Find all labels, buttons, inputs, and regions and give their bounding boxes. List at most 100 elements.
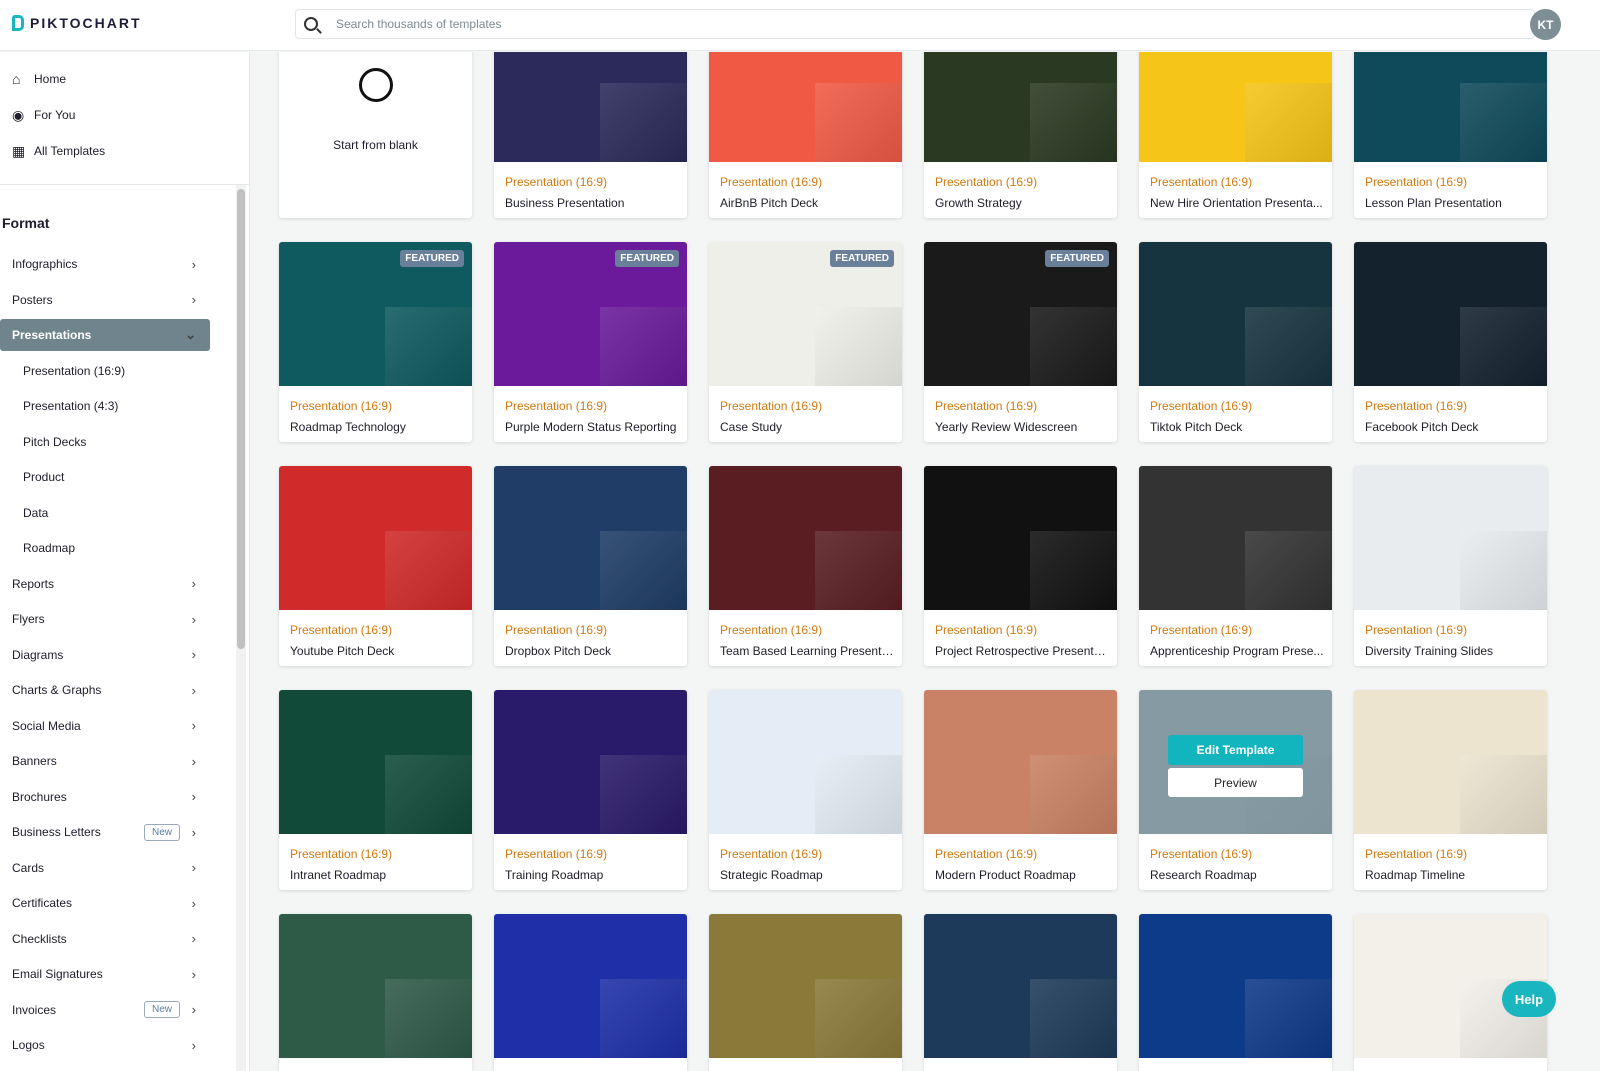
search-bar[interactable] (295, 9, 1535, 39)
template-card[interactable]: Presentation (16:9) Dropbox Pitch Deck (494, 466, 687, 666)
template-card[interactable]: Edit Template Preview Presentation (16:9) R… (1139, 690, 1332, 890)
template-card[interactable]: Presentation (16:9) Roadmap Timeline (1354, 690, 1547, 890)
template-thumbnail[interactable] (1354, 466, 1547, 610)
template-thumbnail[interactable] (494, 690, 687, 834)
template-title: Facebook Pitch Deck (1365, 420, 1479, 434)
template-category: Presentation (16:9) (505, 623, 608, 637)
thumbnail-image (600, 306, 687, 386)
template-thumbnail[interactable] (924, 690, 1117, 834)
template-card[interactable]: Presentation (16:9) Facebook Pitch Deck (1354, 242, 1547, 442)
start-from-blank-card[interactable]: Start from blank (279, 52, 472, 218)
sidebar-item-business-letters[interactable]: Business Letters New › (0, 816, 210, 848)
piktochart-logo[interactable]: PIKTOCHART (12, 15, 142, 31)
template-card[interactable]: Presentation (16:9) Strategic Roadmap (709, 690, 902, 890)
sidebar-item-invoices[interactable]: Invoices New › (0, 994, 210, 1026)
template-card[interactable]: FEATURED Presentation (16:9) Yearly Review… (924, 242, 1117, 442)
template-thumbnail[interactable]: FEATURED (709, 242, 902, 386)
template-thumbnail[interactable] (1354, 52, 1547, 162)
sidebar-item-banners[interactable]: Banners › (0, 745, 210, 777)
template-card[interactable]: Presentation (16:9) AirBnB Pitch Deck (709, 52, 902, 218)
template-card[interactable]: Presentation (16:9) New Hire Orientation … (1139, 52, 1332, 218)
template-thumbnail[interactable] (494, 466, 687, 610)
template-card[interactable]: Presentation (16:9) Tiktok Pitch Deck (1139, 242, 1332, 442)
template-category: Presentation (16:9) (720, 623, 823, 637)
template-card[interactable]: Presentation (16:9) Youtube Pitch Deck (279, 466, 472, 666)
sidebar-item-product[interactable]: Product (0, 461, 210, 493)
sidebar-item-certificates[interactable]: Certificates › (0, 887, 210, 919)
template-card[interactable]: FEATURED Presentation (16:9) Case Study (709, 242, 902, 442)
template-card[interactable]: FEATURED Presentation (16:9) Purple Modern… (494, 242, 687, 442)
sidebar-item-email-signatures[interactable]: Email Signatures › (0, 958, 210, 990)
template-card[interactable]: Presentation (16:9) Apprenticeship Progra… (1139, 466, 1332, 666)
template-card[interactable]: Presentation (16:9)PowerPoint Roadmap (279, 914, 472, 1071)
template-thumbnail[interactable] (709, 690, 902, 834)
search-input[interactable] (336, 17, 1436, 31)
template-thumbnail[interactable] (1139, 242, 1332, 386)
sidebar-item-pitch-decks[interactable]: Pitch Decks (0, 426, 210, 458)
sidebar-item-label: Roadmap (23, 541, 76, 555)
template-thumbnail[interactable] (494, 914, 687, 1058)
avatar[interactable]: KT (1530, 9, 1561, 40)
sidebar-item-logos[interactable]: Logos › (0, 1029, 210, 1061)
template-card[interactable]: Presentation (16:9) Training Roadmap (494, 690, 687, 890)
template-thumbnail[interactable] (279, 466, 472, 610)
sidebar-item-presentation-4-3-[interactable]: Presentation (4:3) (0, 390, 210, 422)
sidebar-item-checklists[interactable]: Checklists › (0, 923, 210, 955)
sidebar-item-data[interactable]: Data (0, 497, 210, 529)
sidebar-item-charts-graphs[interactable]: Charts & Graphs › (0, 674, 210, 706)
edit-template-button[interactable]: Edit Template (1168, 735, 1303, 765)
sidebar-item-presentation-16-9-[interactable]: Presentation (16:9) (0, 355, 210, 387)
nav-all-templates[interactable]: ▦ All Templates (12, 144, 105, 158)
template-card[interactable]: Presentation (16:9)Business Roadmap (709, 914, 902, 1071)
template-thumbnail[interactable] (1139, 52, 1332, 162)
help-button[interactable]: Help (1502, 981, 1556, 1017)
sidebar-item-posters[interactable]: Posters › (0, 284, 210, 316)
template-thumbnail[interactable] (279, 914, 472, 1058)
template-thumbnail[interactable] (709, 914, 902, 1058)
template-thumbnail[interactable]: FEATURED (924, 242, 1117, 386)
template-card[interactable]: Presentation (16:9) Business Presentation (494, 52, 687, 218)
sidebar-item-infographics[interactable]: Infographics › (0, 248, 210, 280)
template-card[interactable]: Presentation (16:9)New Hire Presentation (1139, 914, 1332, 1071)
template-card[interactable]: Presentation (16:9) Intranet Roadmap (279, 690, 472, 890)
template-thumbnail[interactable] (924, 914, 1117, 1058)
template-thumbnail[interactable] (1354, 242, 1547, 386)
sidebar-item-social-media[interactable]: Social Media › (0, 710, 210, 742)
template-thumbnail[interactable]: Edit Template Preview (1139, 690, 1332, 834)
sidebar-item-reports[interactable]: Reports › (0, 568, 210, 600)
sidebar-item-roadmap[interactable]: Roadmap (0, 532, 210, 564)
sidebar-item-flyers[interactable]: Flyers › (0, 603, 210, 635)
sidebar-item-cards[interactable]: Cards › (0, 852, 210, 884)
sidebar-item-brochures[interactable]: Brochures › (0, 781, 210, 813)
template-card[interactable]: Presentation (16:9) Project Retrospective… (924, 466, 1117, 666)
template-thumbnail[interactable] (1139, 914, 1332, 1058)
nav-home[interactable]: ⌂ Home (12, 72, 66, 86)
template-card[interactable]: Presentation (16:9) Growth Strategy (924, 52, 1117, 218)
template-thumbnail[interactable] (494, 52, 687, 162)
template-card[interactable]: Presentation (16:9) Modern Product Roadma… (924, 690, 1117, 890)
template-thumbnail[interactable] (709, 466, 902, 610)
template-thumbnail[interactable] (1354, 690, 1547, 834)
template-thumbnail[interactable] (1139, 466, 1332, 610)
template-thumbnail[interactable] (709, 52, 902, 162)
blank-label: Start from blank (333, 138, 418, 152)
template-thumbnail[interactable]: FEATURED (494, 242, 687, 386)
sidebar-item-diagrams[interactable]: Diagrams › (0, 639, 210, 671)
template-card[interactable]: Presentation (16:9)IT Roadmap (494, 914, 687, 1071)
sidebar-item-presentations[interactable]: Presentations ⌄ (0, 319, 210, 351)
template-thumbnail[interactable]: FEATURED (279, 242, 472, 386)
sidebar-scrollbar[interactable] (236, 185, 246, 1071)
preview-button[interactable]: Preview (1168, 768, 1303, 797)
template-card[interactable]: Presentation (16:9) Diversity Training Sl… (1354, 466, 1547, 666)
template-thumbnail[interactable] (279, 690, 472, 834)
sidebar-item-label: Data (23, 505, 49, 520)
nav-for-you[interactable]: ◉ For You (12, 108, 75, 122)
scrollbar-thumb[interactable] (237, 189, 245, 649)
template-card[interactable]: FEATURED Presentation (16:9) Roadmap Techn… (279, 242, 472, 442)
template-card[interactable]: Presentation (16:9) Team Based Learning P… (709, 466, 902, 666)
sidebar-item-label: Invoices (12, 1002, 57, 1017)
template-card[interactable]: Presentation (16:9) Lesson Plan Presentat… (1354, 52, 1547, 218)
template-card[interactable]: Presentation (16:9)Roadmap Project (924, 914, 1117, 1071)
template-thumbnail[interactable] (924, 52, 1117, 162)
template-thumbnail[interactable] (924, 466, 1117, 610)
